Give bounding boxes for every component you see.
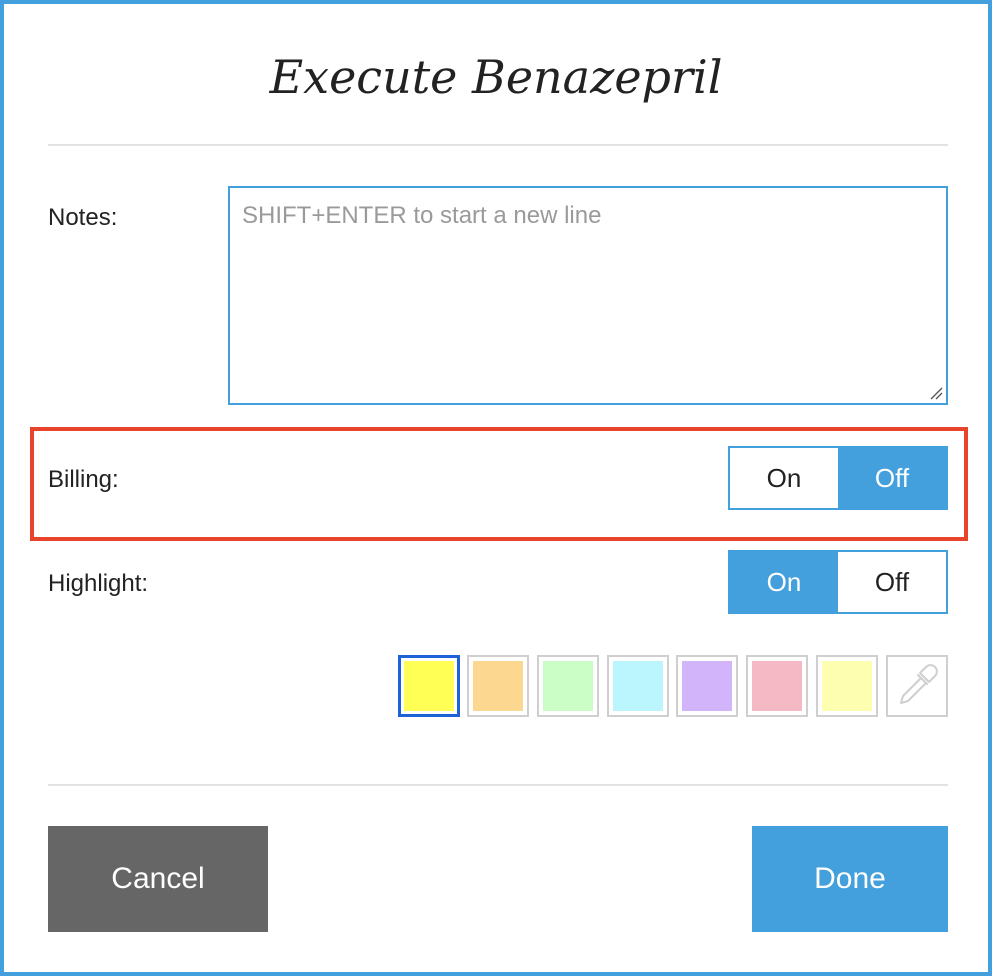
highlight-toggle[interactable]: On Off (728, 550, 948, 614)
swatch-orange-fill (473, 661, 523, 711)
swatch-purple[interactable] (676, 655, 738, 717)
notes-label: Notes: (48, 204, 118, 231)
swatch-green[interactable] (537, 655, 599, 717)
swatch-cyan-fill (613, 661, 663, 711)
swatch-light-yellow[interactable] (816, 655, 878, 717)
billing-off-option[interactable]: Off (838, 448, 946, 508)
swatch-pink-fill (752, 661, 802, 711)
billing-label: Billing: (48, 466, 119, 493)
execute-dialog: Execute Benazepril Notes: Billing: On Of… (0, 0, 992, 976)
swatch-yellow[interactable] (398, 655, 460, 717)
swatch-orange[interactable] (467, 655, 529, 717)
notes-field[interactable] (228, 186, 948, 405)
notes-textarea[interactable] (230, 188, 946, 403)
highlight-label: Highlight: (48, 570, 149, 597)
swatch-yellow-fill (404, 661, 454, 711)
swatch-pink[interactable] (746, 655, 808, 717)
done-button[interactable]: Done (752, 826, 948, 932)
dialog-title: Execute Benazepril (269, 50, 723, 104)
swatch-light-yellow-fill (822, 661, 872, 711)
swatch-eyedropper[interactable] (886, 655, 948, 717)
resize-grip-icon[interactable] (929, 386, 943, 400)
eyedropper-icon (900, 664, 938, 704)
swatch-cyan[interactable] (607, 655, 669, 717)
footer-divider (48, 784, 948, 786)
swatch-green-fill (543, 661, 593, 711)
header-divider (48, 144, 948, 146)
highlight-off-option[interactable]: Off (838, 552, 946, 612)
highlight-on-option[interactable]: On (730, 552, 838, 612)
swatch-purple-fill (682, 661, 732, 711)
billing-on-option[interactable]: On (730, 448, 838, 508)
cancel-button[interactable]: Cancel (48, 826, 268, 932)
billing-toggle[interactable]: On Off (728, 446, 948, 510)
